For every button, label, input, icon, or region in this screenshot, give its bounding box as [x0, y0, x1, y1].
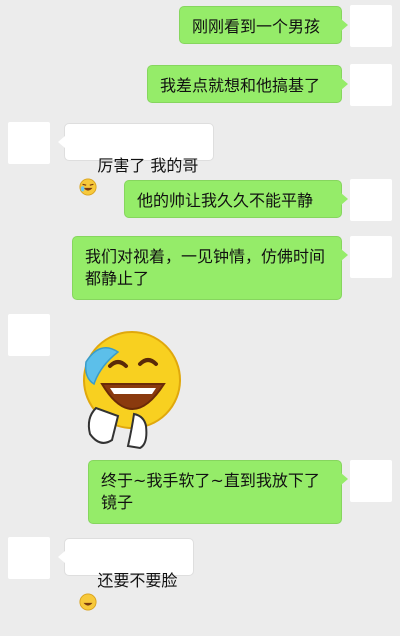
laughing-face-sticker[interactable]: [72, 322, 182, 450]
avatar-contact[interactable]: [8, 314, 50, 356]
message-bubble-outgoing[interactable]: 他的帅让我久久不能平静: [124, 180, 348, 218]
avatar-self[interactable]: [350, 5, 392, 47]
message-bubble-outgoing[interactable]: 我差点就想和他搞基了: [147, 65, 348, 103]
avatar-self[interactable]: [350, 179, 392, 221]
avatar-self[interactable]: [350, 64, 392, 106]
message-text: 还要不要脸: [97, 571, 178, 590]
laugh-emoji-icon: [79, 178, 97, 196]
message-bubble-incoming[interactable]: 还要不要脸: [58, 538, 194, 611]
message-bubble-outgoing[interactable]: 终于~我手软了~直到我放下了镜子: [88, 460, 348, 524]
avatar-contact[interactable]: [8, 122, 50, 164]
message-text: 厉害了 我的哥: [97, 156, 199, 175]
message-bubble-incoming[interactable]: 厉害了 我的哥: [58, 123, 214, 196]
message-bubble-outgoing[interactable]: 刚刚看到一个男孩: [179, 6, 348, 44]
avatar-self[interactable]: [350, 236, 392, 278]
avatar-self[interactable]: [350, 460, 392, 502]
laugh-emoji-icon: [79, 593, 97, 611]
message-bubble-outgoing[interactable]: 我们对视着，一见钟情，仿佛时间都静止了: [72, 236, 348, 300]
avatar-contact[interactable]: [8, 537, 50, 579]
chat-window: 刚刚看到一个男孩 我差点就想和他搞基了 厉害了 我的哥 他的帅让我久久不能平静 …: [0, 0, 400, 611]
